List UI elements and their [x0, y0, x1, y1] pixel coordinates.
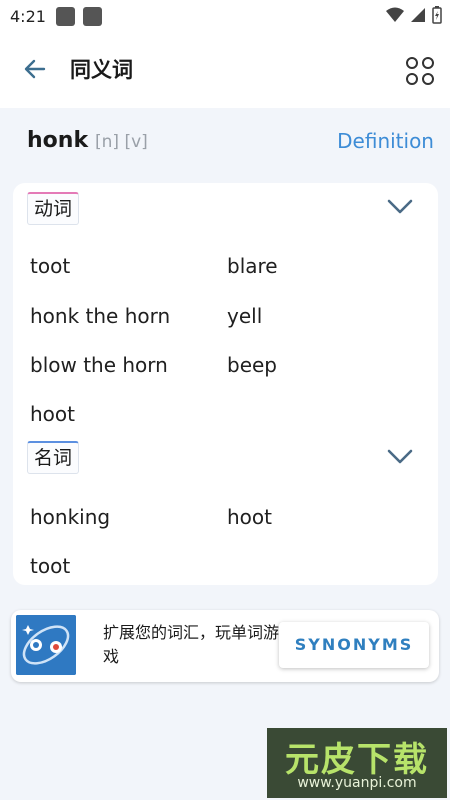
synonyms-ad-button[interactable]: SYNONYMS: [279, 622, 429, 668]
synonym-item[interactable]: hoot: [227, 505, 272, 529]
notification-icon: [55, 6, 75, 26]
headword: honk: [27, 128, 89, 153]
synonym-item[interactable]: blare: [227, 254, 278, 278]
synonym-item[interactable]: beep: [227, 353, 277, 377]
synonym-item[interactable]: toot: [30, 254, 70, 278]
notification-icon: [82, 6, 102, 26]
synonym-item[interactable]: toot: [30, 554, 70, 578]
watermark-logo: 元皮下载 www.yuanpi.com: [267, 728, 447, 798]
synonym-item[interactable]: honk the horn: [30, 304, 170, 328]
app-logo-icon: [16, 615, 76, 675]
definition-link[interactable]: Definition: [337, 129, 434, 153]
watermark-title: 元皮下载: [285, 740, 429, 780]
ad-text: 扩展您的词汇，玩单词游戏: [103, 623, 280, 666]
more-apps-icon[interactable]: [403, 54, 437, 88]
synonyms-card: 动词 toot blare honk the horn yell blow th…: [13, 183, 438, 585]
part-of-speech-tags: [n] [v]: [95, 132, 148, 152]
verb-section-label: 动词: [27, 192, 80, 225]
chevron-down-icon[interactable]: [385, 441, 415, 471]
wifi-icon: [386, 7, 404, 22]
noun-section-label: 名词: [27, 441, 80, 474]
watermark-url: www.yuanpi.com: [297, 775, 417, 791]
app-bar: 同义词: [0, 32, 450, 108]
synonym-item[interactable]: blow the horn: [30, 353, 168, 377]
page-title: 同义词: [70, 58, 133, 82]
ad-banner[interactable]: 扩展您的词汇，玩单词游戏 SYNONYMS: [11, 610, 439, 682]
synonym-item[interactable]: yell: [227, 304, 262, 328]
status-icons: [386, 6, 442, 24]
synonym-item[interactable]: honking: [30, 505, 110, 529]
status-time: 4:21: [10, 6, 46, 26]
status-bar: 4:21: [0, 0, 450, 32]
battery-icon: [432, 6, 442, 24]
signal-icon: [411, 8, 425, 22]
back-arrow-icon[interactable]: [20, 54, 50, 84]
synonym-item[interactable]: hoot: [30, 402, 75, 426]
chevron-down-icon[interactable]: [385, 191, 415, 221]
word-header: honk [n] [v] Definition: [0, 108, 450, 178]
